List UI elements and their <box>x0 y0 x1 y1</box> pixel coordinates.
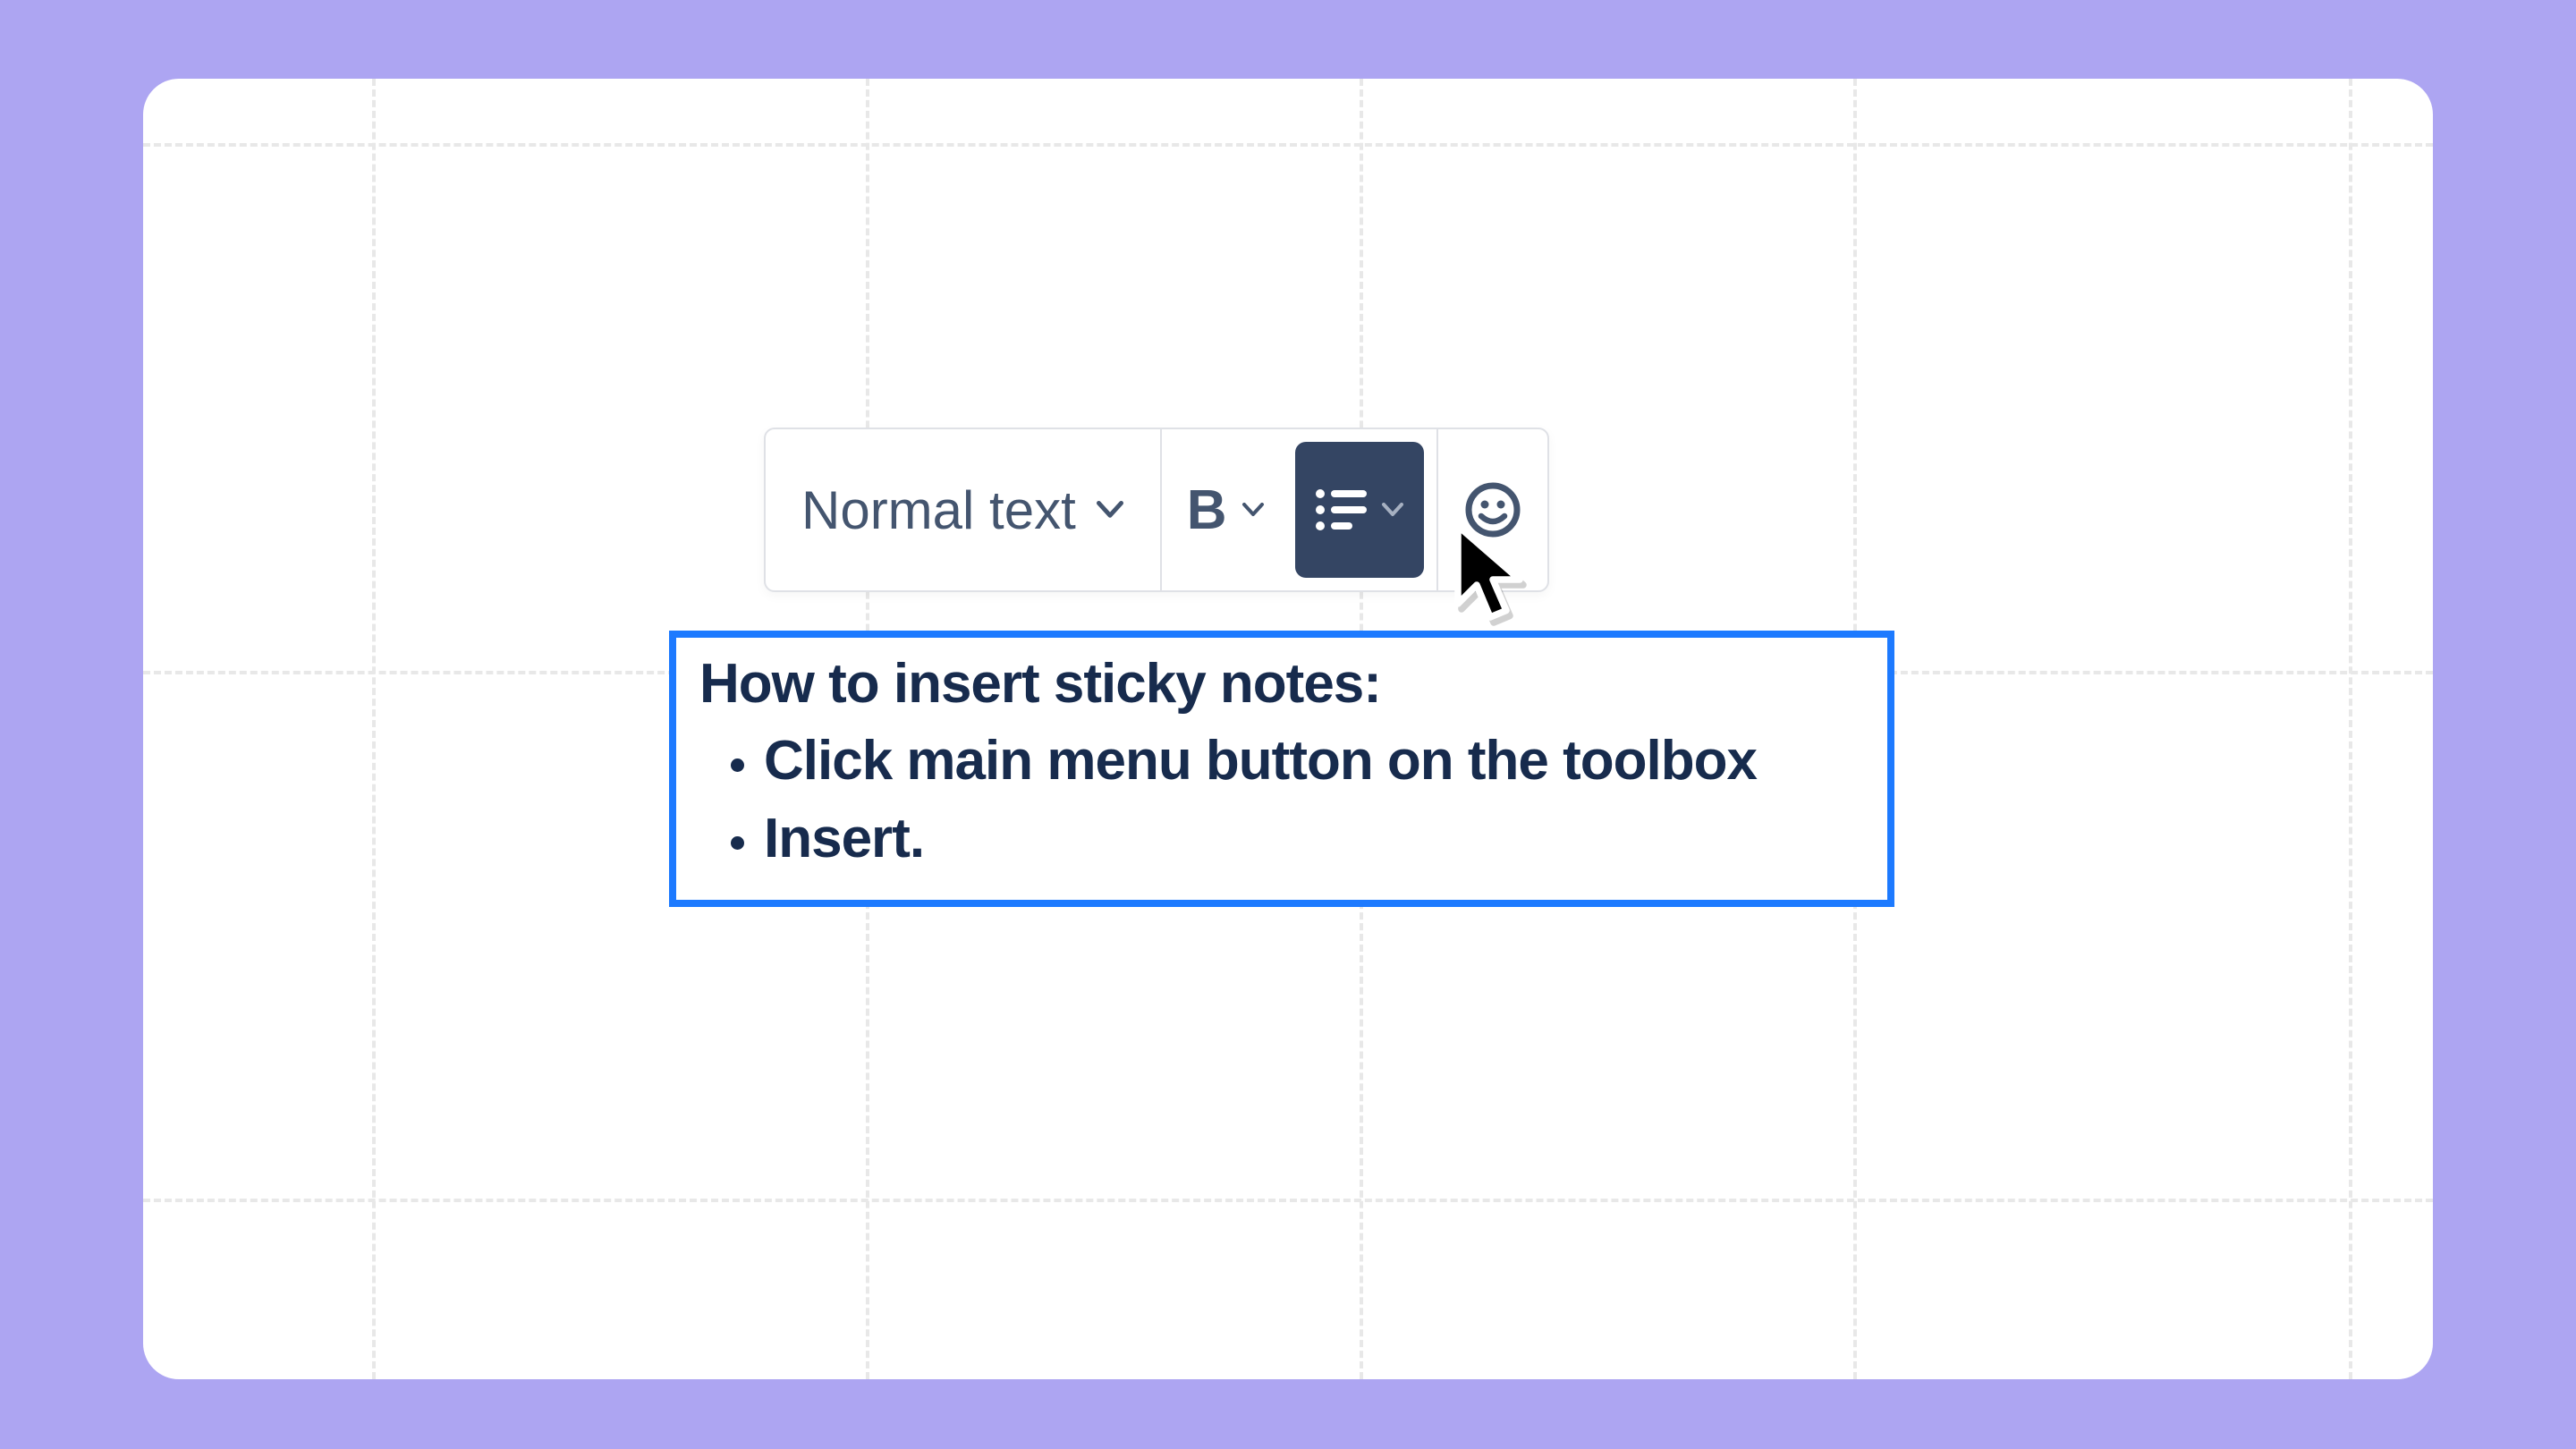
floating-toolbar: Normal text B <box>764 428 1549 592</box>
emoji-button[interactable] <box>1438 429 1547 590</box>
chevron-down-icon <box>1096 501 1124 519</box>
text-style-label: Normal text <box>801 479 1076 541</box>
text-block-title: How to insert sticky notes: <box>699 652 1864 716</box>
bold-label: B <box>1187 479 1227 542</box>
text-block-list: Click main menu button on the toolbox In… <box>699 723 1864 878</box>
smile-icon <box>1465 482 1521 538</box>
text-style-dropdown[interactable]: Normal text <box>766 429 1160 590</box>
list-icon <box>1315 488 1368 531</box>
text-block[interactable]: How to insert sticky notes: Click main m… <box>669 631 1894 907</box>
list-item: Insert. <box>764 801 1864 878</box>
chevron-down-icon <box>1241 503 1265 517</box>
whiteboard-canvas[interactable]: Normal text B <box>143 79 2433 1379</box>
bold-dropdown[interactable]: B <box>1162 429 1283 590</box>
list-dropdown[interactable] <box>1295 442 1424 578</box>
list-item: Click main menu button on the toolbox <box>764 723 1864 801</box>
chevron-down-icon <box>1381 503 1404 517</box>
